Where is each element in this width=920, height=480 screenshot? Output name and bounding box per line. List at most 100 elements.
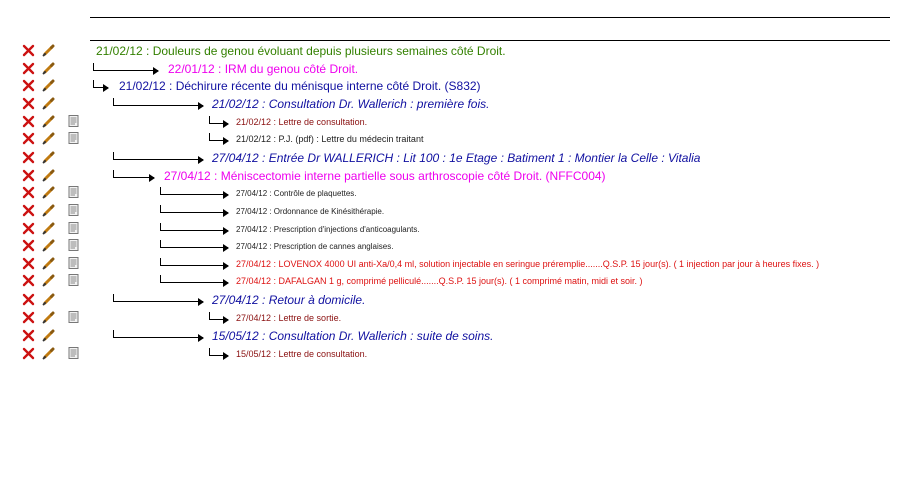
tree-connector-arrow: [113, 150, 204, 167]
history-entry-text[interactable]: 27/04/12 : Retour à domicile.: [212, 292, 365, 309]
history-row: 27/04/12 : Contrôle de plaquettes.: [0, 185, 920, 202]
tree-connector-arrow: [209, 114, 229, 131]
history-row: 27/04/12 : Ordonnance de Kinésithérapie.: [0, 203, 920, 220]
history-entry-text[interactable]: 27/04/12 : LOVENOX 4000 UI anti-Xa/0,4 m…: [236, 256, 819, 273]
history-entry-text[interactable]: 21/02/12 : P.J. (pdf) : Lettre du médeci…: [236, 131, 423, 148]
history-row: 21/02/12 : P.J. (pdf) : Lettre du médeci…: [0, 131, 920, 148]
document-icon[interactable]: [68, 239, 82, 253]
history-row: 27/04/12 : Lettre de sortie.: [0, 310, 920, 327]
document-icon[interactable]: [68, 186, 82, 200]
delete-icon[interactable]: [22, 169, 36, 183]
pencil-icon[interactable]: [42, 347, 56, 361]
history-row: 21/02/12 : Déchirure récente du ménisque…: [0, 78, 920, 95]
tree-connector-arrow: [93, 61, 159, 78]
history-row: 27/04/12 : LOVENOX 4000 UI anti-Xa/0,4 m…: [0, 256, 920, 273]
history-entry-text[interactable]: 27/04/12 : DAFALGAN 1 g, comprimé pellic…: [236, 273, 643, 290]
history-row: 27/04/12 : Prescription d'injections d'a…: [0, 221, 920, 238]
history-row: 15/05/12 : Lettre de consultation.: [0, 346, 920, 363]
delete-icon[interactable]: [22, 132, 36, 146]
delete-icon[interactable]: [22, 274, 36, 288]
document-icon[interactable]: [68, 311, 82, 325]
history-row: 27/04/12 : Entrée Dr WALLERICH : Lit 100…: [0, 150, 920, 167]
delete-icon[interactable]: [22, 239, 36, 253]
tree-connector-arrow: [160, 221, 229, 238]
delete-icon[interactable]: [22, 293, 36, 307]
delete-icon[interactable]: [22, 115, 36, 129]
pencil-icon[interactable]: [42, 186, 56, 200]
tree-connector-arrow: [209, 310, 229, 327]
history-row: 21/02/12 : Lettre de consultation.: [0, 114, 920, 131]
delete-icon[interactable]: [22, 329, 36, 343]
document-icon[interactable]: [68, 222, 82, 236]
tree-connector-arrow: [209, 131, 229, 148]
history-entry-text[interactable]: 15/05/12 : Consultation Dr. Wallerich : …: [212, 328, 493, 345]
pencil-icon[interactable]: [42, 274, 56, 288]
history-entry-text[interactable]: 27/04/12 : Méniscectomie interne partiel…: [164, 168, 606, 185]
pencil-icon[interactable]: [42, 62, 56, 76]
pencil-icon[interactable]: [42, 169, 56, 183]
delete-icon[interactable]: [22, 311, 36, 325]
pencil-icon[interactable]: [42, 79, 56, 93]
pencil-icon[interactable]: [42, 311, 56, 325]
pencil-icon[interactable]: [42, 132, 56, 146]
pencil-icon[interactable]: [42, 97, 56, 111]
pencil-icon[interactable]: [42, 257, 56, 271]
history-entry-text[interactable]: 21/02/12 : Douleurs de genou évoluant de…: [96, 43, 506, 60]
pencil-icon[interactable]: [42, 151, 56, 165]
history-entry-text[interactable]: 21/02/12 : Lettre de consultation.: [236, 114, 367, 131]
pencil-icon[interactable]: [42, 115, 56, 129]
tree-connector-arrow: [160, 185, 229, 202]
tree-connector-arrow: [113, 328, 204, 345]
history-entry-text[interactable]: 27/04/12 : Lettre de sortie.: [236, 310, 341, 327]
tree-connector-arrow: [160, 273, 229, 290]
delete-icon[interactable]: [22, 204, 36, 218]
pencil-icon[interactable]: [42, 204, 56, 218]
document-icon[interactable]: [68, 274, 82, 288]
history-entry-text[interactable]: 27/04/12 : Ordonnance de Kinésithérapie.: [236, 203, 384, 220]
history-row: 21/02/12 : Consultation Dr. Wallerich : …: [0, 96, 920, 113]
pencil-icon[interactable]: [42, 44, 56, 58]
tree-connector-arrow: [209, 346, 229, 363]
history-row: 27/04/12 : Retour à domicile.: [0, 292, 920, 309]
tree-connector-arrow: [113, 168, 155, 185]
tree-connector-arrow: [113, 292, 204, 309]
pencil-icon[interactable]: [42, 222, 56, 236]
history-entry-text[interactable]: 22/01/12 : IRM du genou côté Droit.: [168, 61, 358, 78]
document-icon[interactable]: [68, 204, 82, 218]
history-entry-text[interactable]: 27/04/12 : Prescription de cannes anglai…: [236, 238, 393, 255]
pencil-icon[interactable]: [42, 293, 56, 307]
document-icon[interactable]: [68, 132, 82, 146]
document-icon[interactable]: [68, 115, 82, 129]
history-entry-text[interactable]: 27/04/12 : Entrée Dr WALLERICH : Lit 100…: [212, 150, 700, 167]
tree-connector-arrow: [160, 203, 229, 220]
history-row: 27/04/12 : Prescription de cannes anglai…: [0, 238, 920, 255]
bottom-separator-line: [90, 40, 890, 41]
history-entry-text[interactable]: 15/05/12 : Lettre de consultation.: [236, 346, 367, 363]
document-icon[interactable]: [68, 347, 82, 361]
document-icon[interactable]: [68, 257, 82, 271]
history-row: 27/04/12 : Méniscectomie interne partiel…: [0, 168, 920, 185]
history-entry-text[interactable]: 27/04/12 : Prescription d'injections d'a…: [236, 221, 420, 238]
delete-icon[interactable]: [22, 79, 36, 93]
history-row: 21/02/12 : Douleurs de genou évoluant de…: [0, 43, 920, 60]
pencil-icon[interactable]: [42, 329, 56, 343]
delete-icon[interactable]: [22, 186, 36, 200]
delete-icon[interactable]: [22, 347, 36, 361]
history-entry-text[interactable]: 27/04/12 : Contrôle de plaquettes.: [236, 185, 357, 202]
top-separator-line: [90, 17, 890, 18]
history-entry-text[interactable]: 21/02/12 : Déchirure récente du ménisque…: [119, 78, 481, 95]
delete-icon[interactable]: [22, 44, 36, 58]
history-row: 15/05/12 : Consultation Dr. Wallerich : …: [0, 328, 920, 345]
history-entry-text[interactable]: 21/02/12 : Consultation Dr. Wallerich : …: [212, 96, 489, 113]
delete-icon[interactable]: [22, 62, 36, 76]
delete-icon[interactable]: [22, 257, 36, 271]
delete-icon[interactable]: [22, 222, 36, 236]
tree-connector-arrow: [160, 256, 229, 273]
tree-connector-arrow: [113, 96, 204, 113]
tree-connector-arrow: [160, 238, 229, 255]
delete-icon[interactable]: [22, 97, 36, 111]
history-row: 27/04/12 : DAFALGAN 1 g, comprimé pellic…: [0, 273, 920, 290]
tree-connector-arrow: [93, 78, 109, 95]
delete-icon[interactable]: [22, 151, 36, 165]
pencil-icon[interactable]: [42, 239, 56, 253]
